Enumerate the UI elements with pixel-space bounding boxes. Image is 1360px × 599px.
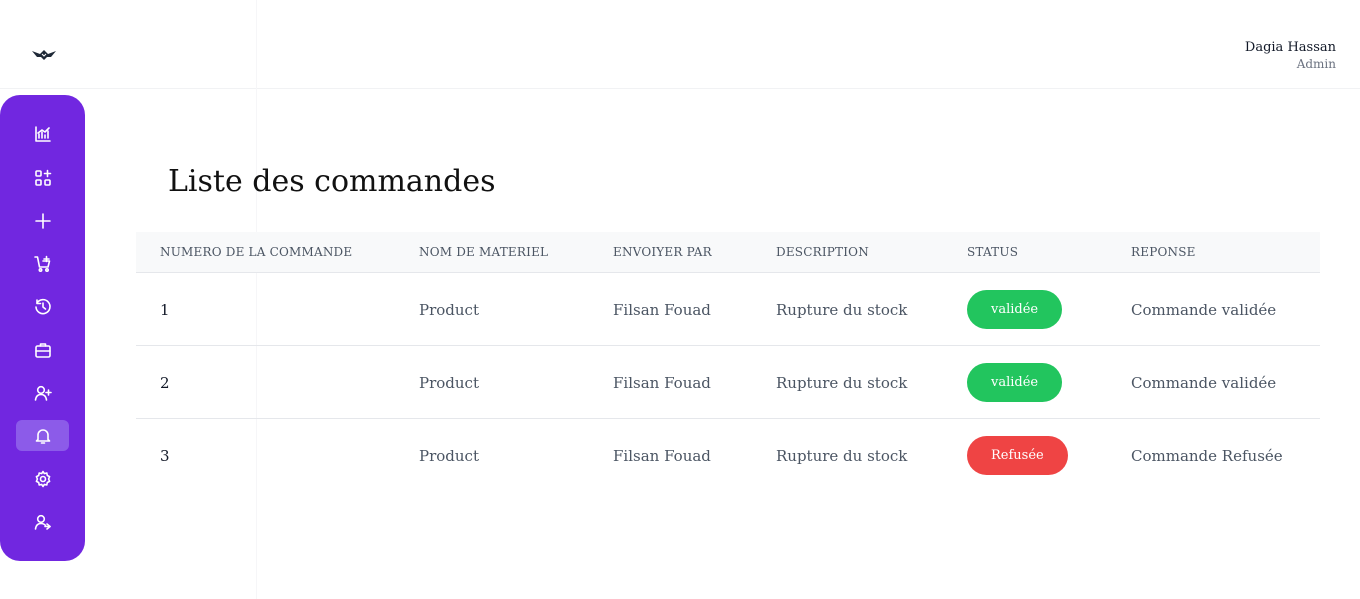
user-name: Dagia Hassan	[1244, 40, 1336, 55]
user-info[interactable]: Dagia Hassan Admin	[1245, 40, 1336, 72]
order-description: Rupture du stock	[776, 301, 908, 319]
column-header-reponse: REPONSE	[1131, 245, 1196, 259]
table-row: 3 Product Filsan Fouad Rupture du stock …	[136, 419, 1320, 492]
history-icon	[34, 298, 51, 314]
table-row: 1 Product Filsan Fouad Rupture du stock …	[136, 273, 1320, 346]
page-title: Liste des commandes	[168, 164, 496, 199]
order-number: 2	[160, 374, 170, 392]
order-number: 3	[160, 447, 170, 465]
sidebar-item-settings[interactable]	[16, 463, 69, 494]
material-name: Product	[419, 301, 479, 319]
column-header-description: DESCRIPTION	[776, 245, 869, 259]
sidebar-item-add[interactable]	[16, 205, 69, 236]
sidebar-item-notifications[interactable]	[16, 420, 69, 451]
sender-name: Filsan Fouad	[613, 374, 711, 392]
status-badge[interactable]: Refusée	[967, 436, 1068, 475]
status-badge[interactable]: validée	[967, 363, 1063, 402]
user-logout-icon	[34, 514, 51, 530]
sidebar-item-logout[interactable]	[16, 506, 69, 537]
sidebar-item-history[interactable]	[16, 291, 69, 322]
column-header-numero: NUMERO DE LA COMMANDE	[160, 245, 353, 259]
material-name: Product	[419, 447, 479, 465]
cart-icon	[33, 255, 50, 272]
column-header-envoye-par: ENVOIYER PAR	[613, 245, 712, 259]
eagle-logo-icon[interactable]	[31, 45, 57, 63]
apps-add-icon	[34, 169, 51, 186]
sidebar-item-add-user[interactable]	[16, 377, 69, 408]
plus-icon	[34, 212, 51, 229]
order-response: Commande validée	[1131, 374, 1277, 392]
chart-icon	[34, 125, 51, 142]
orders-table: NUMERO DE LA COMMANDE NOM DE MATERIEL EN…	[136, 232, 1320, 492]
top-bar: Dagia Hassan Admin	[0, 0, 1360, 89]
order-response: Commande validée	[1131, 301, 1277, 319]
table-row: 2 Product Filsan Fouad Rupture du stock …	[136, 346, 1320, 419]
briefcase-icon	[34, 342, 51, 358]
user-role: Admin	[1296, 57, 1336, 71]
column-header-status: STATUS	[967, 245, 1019, 259]
column-header-materiel: NOM DE MATERIEL	[419, 245, 549, 259]
sidebar-item-briefcase[interactable]	[16, 334, 69, 365]
order-number: 1	[160, 301, 170, 319]
table-header: NUMERO DE LA COMMANDE NOM DE MATERIEL EN…	[136, 232, 1320, 273]
sidebar-item-dashboard[interactable]	[16, 118, 69, 149]
order-response: Commande Refusée	[1131, 447, 1283, 465]
status-badge[interactable]: validée	[967, 290, 1063, 329]
sender-name: Filsan Fouad	[613, 447, 711, 465]
bell-icon	[35, 428, 50, 444]
sender-name: Filsan Fouad	[613, 301, 711, 319]
user-add-icon	[34, 385, 52, 401]
gear-icon	[35, 470, 50, 487]
sidebar-item-apps-add[interactable]	[16, 162, 69, 193]
sidebar	[0, 95, 85, 561]
order-description: Rupture du stock	[776, 374, 908, 392]
order-description: Rupture du stock	[776, 447, 908, 465]
material-name: Product	[419, 374, 479, 392]
sidebar-item-cart[interactable]	[16, 248, 69, 279]
